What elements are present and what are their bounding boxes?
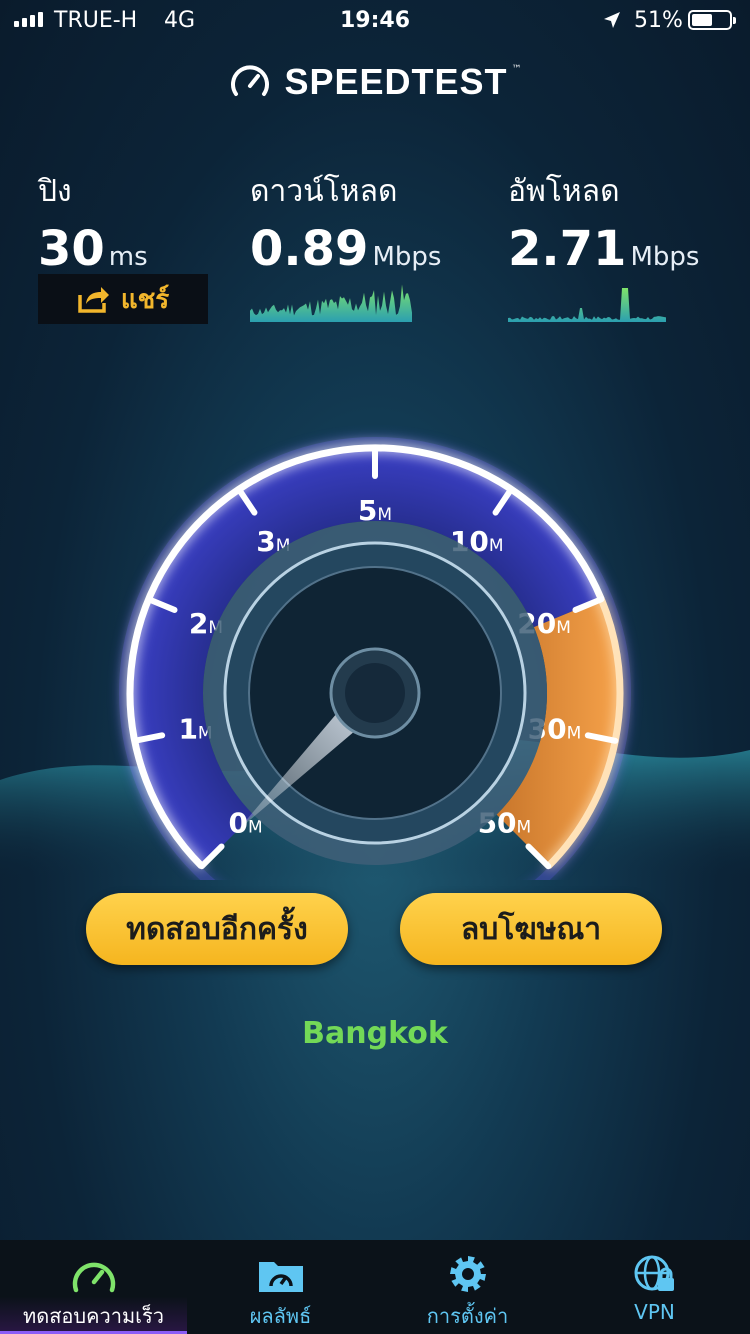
tab-vpn-label: VPN	[634, 1300, 675, 1324]
share-label: แชร์	[120, 284, 170, 315]
results-folder-icon	[258, 1262, 303, 1292]
tab-vpn[interactable]: VPN	[561, 1240, 748, 1334]
vpn-globe-lock-icon	[634, 1255, 674, 1291]
tab-settings[interactable]: การตั้งค่า	[374, 1240, 561, 1334]
battery-percent: 51%	[634, 8, 683, 33]
share-arrow-icon	[78, 287, 109, 313]
gear-icon	[449, 1256, 486, 1292]
speedometer-icon	[72, 1262, 115, 1293]
battery-icon	[688, 10, 736, 30]
ping-unit: ms	[108, 242, 148, 272]
share-button[interactable]: แชร์	[38, 274, 208, 324]
app-title: SPEEDTEST	[284, 61, 508, 102]
tab-settings-label: การตั้งค่า	[426, 1304, 509, 1328]
app-logo: SPEEDTEST ™	[0, 60, 750, 104]
trademark: ™	[511, 64, 522, 75]
tab-results-label: ผลลัพธ์	[249, 1304, 312, 1328]
status-bar: TRUE-H 4G 19:46 51%	[0, 0, 750, 44]
tab-results[interactable]: ผลลัพธ์	[187, 1240, 374, 1334]
upload-label: อัพโหลด	[508, 174, 620, 209]
tab-speed-test[interactable]: ทดสอบความเร็ว	[0, 1240, 187, 1334]
download-sparkline	[250, 284, 412, 322]
upload-metric: อัพโหลด 2.71 Mbps	[508, 168, 699, 277]
test-again-button[interactable]: ทดสอบอีกครั้ง	[86, 893, 348, 965]
upload-unit: Mbps	[630, 242, 700, 272]
tab-bar: ทดสอบความเร็ว ผลลัพธ์ การตั้งค่า VPN	[0, 1240, 750, 1334]
download-value: 0.89	[250, 221, 369, 277]
tab-speed-test-label: ทดสอบความเร็ว	[23, 1304, 164, 1328]
ping-label: ปิง	[38, 174, 72, 209]
download-label: ดาวน์โหลด	[250, 174, 398, 209]
location-arrow-icon	[604, 12, 620, 28]
ping-metric: ปิง 30 ms	[38, 168, 148, 277]
download-metric: ดาวน์โหลด 0.89 Mbps	[250, 168, 441, 277]
server-location: Bangkok	[302, 1016, 448, 1051]
speed-gauge: 0M1M2M3M5M10M20M30M50M	[0, 437, 750, 880]
download-unit: Mbps	[372, 242, 442, 272]
upload-value: 2.71	[508, 221, 627, 277]
upload-sparkline	[508, 288, 666, 322]
remove-ads-button[interactable]: ลบโฆษณา	[400, 893, 662, 965]
speedtest-logo-icon	[231, 65, 270, 96]
ping-value: 30	[38, 221, 105, 277]
